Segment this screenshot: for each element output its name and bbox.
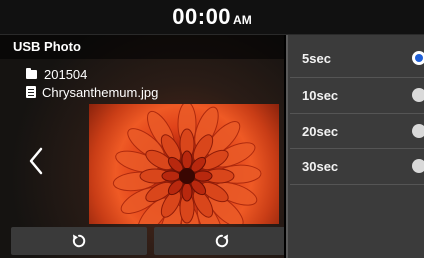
photo-image[interactable] bbox=[89, 104, 279, 224]
chevron-left-icon bbox=[29, 147, 43, 175]
radio-selected-icon[interactable] bbox=[412, 51, 424, 65]
rotate-left-icon bbox=[72, 234, 86, 248]
screen: 00:00 AM USB Photo 201504 Chrysanthemum.… bbox=[0, 0, 424, 258]
radio-unselected-icon[interactable] bbox=[412, 124, 424, 138]
clock-ampm: AM bbox=[233, 13, 252, 27]
folder-name: 201504 bbox=[44, 66, 88, 82]
file-icon bbox=[26, 86, 36, 98]
radio-unselected-icon[interactable] bbox=[412, 88, 424, 102]
option-label: 5sec bbox=[302, 50, 331, 66]
rotate-left-button[interactable] bbox=[11, 227, 147, 255]
interval-option-20sec[interactable]: 20sec bbox=[288, 113, 424, 149]
option-label: 30sec bbox=[302, 158, 339, 174]
photo-viewer: USB Photo 201504 Chrysanthemum.jpg bbox=[0, 35, 284, 258]
viewer-title: USB Photo bbox=[0, 35, 284, 59]
rotate-right-icon bbox=[215, 234, 229, 248]
slideshow-interval-panel: 5sec 10sec 20sec 30sec bbox=[286, 35, 424, 258]
chrysanthemum-image bbox=[112, 104, 262, 224]
folder-icon bbox=[26, 68, 38, 80]
interval-option-10sec[interactable]: 10sec bbox=[288, 77, 424, 113]
interval-option-5sec[interactable]: 5sec bbox=[288, 40, 424, 76]
option-label: 20sec bbox=[302, 123, 339, 139]
divider bbox=[290, 184, 424, 185]
option-label: 10sec bbox=[302, 87, 339, 103]
clock-time: 00:00 bbox=[172, 4, 232, 29]
interval-option-30sec[interactable]: 30sec bbox=[288, 148, 424, 184]
folder-row: 201504 bbox=[26, 65, 87, 83]
rotate-right-button[interactable] bbox=[154, 227, 284, 255]
previous-photo-button[interactable] bbox=[22, 141, 50, 181]
file-name: Chrysanthemum.jpg bbox=[42, 84, 159, 100]
status-bar: 00:00 AM bbox=[0, 0, 424, 35]
file-row: Chrysanthemum.jpg bbox=[26, 83, 158, 101]
radio-unselected-icon[interactable] bbox=[412, 159, 424, 173]
